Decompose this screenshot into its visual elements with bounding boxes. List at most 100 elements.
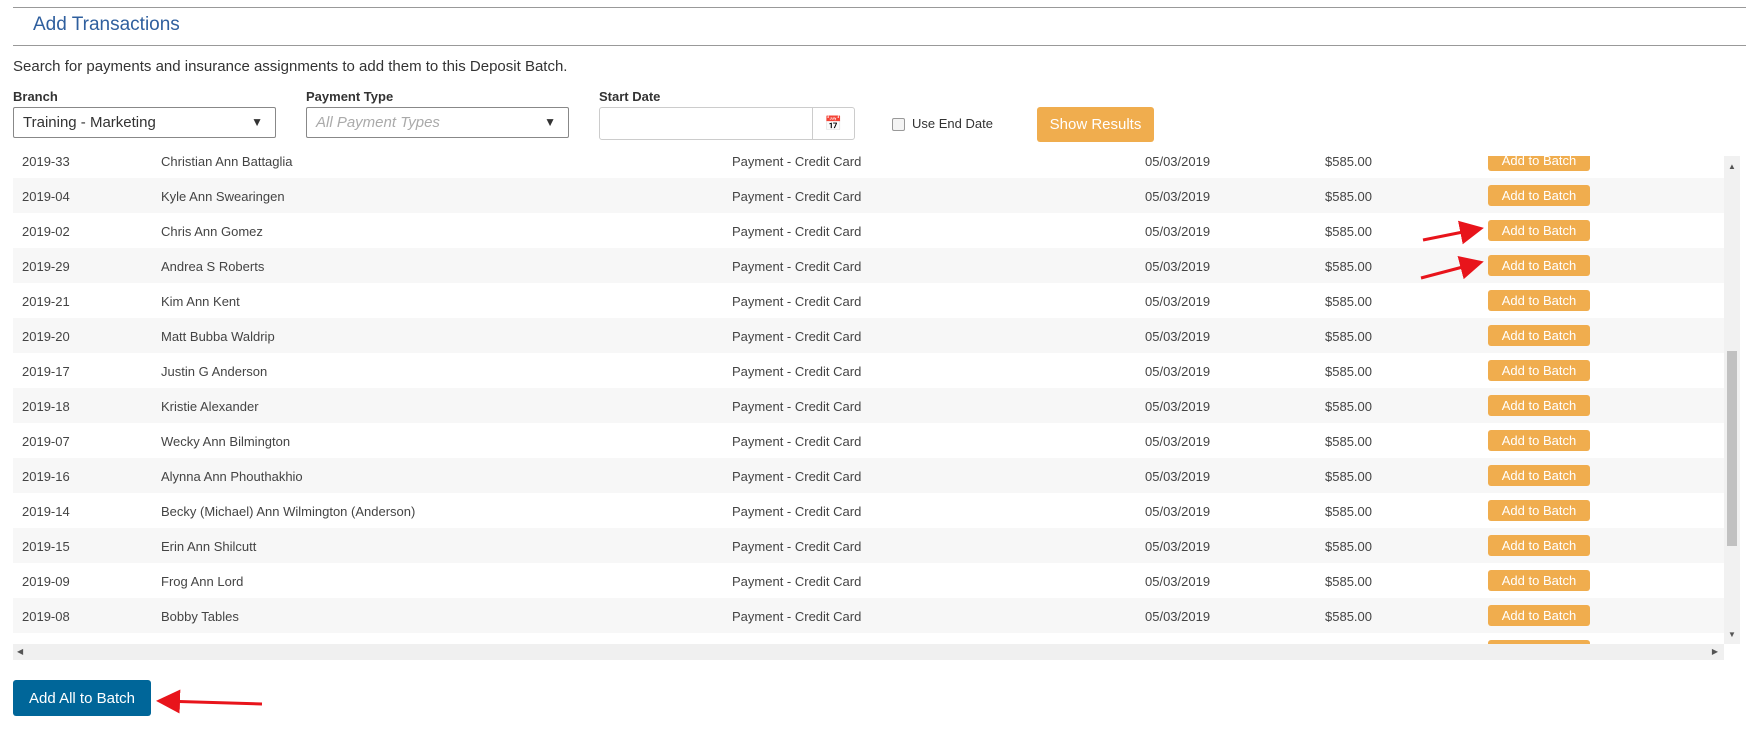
payment-date: 05/03/2019 xyxy=(1145,434,1211,449)
add-to-batch-button[interactable]: Add to Batch xyxy=(1488,156,1590,171)
table-row: 2019-33 Christian Ann Battaglia Payment - … xyxy=(13,156,1724,178)
payer-name: Wecky Ann Bilmington xyxy=(161,434,291,449)
vertical-scrollbar[interactable]: ▲ ▼ xyxy=(1724,156,1740,644)
branch-label: Branch xyxy=(13,89,58,104)
payment-date: 05/03/2019 xyxy=(1145,469,1211,484)
payment-type: Payment - Credit Card xyxy=(732,294,862,309)
payment-date: 05/03/2019 xyxy=(1145,259,1211,274)
payment-type: Payment - Credit Card xyxy=(732,189,862,204)
table-row: 2019-15 Erin Ann Shilcutt Payment - Credit… xyxy=(13,528,1724,563)
use-end-date-label: Use End Date xyxy=(912,116,993,131)
payment-amount: $585.00 xyxy=(1325,434,1372,449)
add-to-batch-button[interactable]: Add to Batch xyxy=(1488,500,1590,521)
add-to-batch-button[interactable]: Add to Batch xyxy=(1488,220,1590,241)
horizontal-scrollbar[interactable]: ◀ ▶ xyxy=(13,644,1724,660)
add-to-batch-button[interactable]: Add to Batch xyxy=(1488,570,1590,591)
add-to-batch-button[interactable]: Add to Batch xyxy=(1488,535,1590,556)
table-row: 2019-16 Alynna Ann Phouthakhio Payment - C… xyxy=(13,458,1724,493)
payer-name: Alynna Ann Phouthakhio xyxy=(161,469,303,484)
payment-type: Payment - Credit Card xyxy=(732,469,862,484)
payer-name: Christian Ann Battaglia xyxy=(161,156,293,169)
add-to-batch-button[interactable]: Add to Batch xyxy=(1488,465,1590,486)
payment-type: Payment - Credit Card xyxy=(732,574,862,589)
transaction-id: 2019-16 xyxy=(22,469,70,484)
payment-type: Payment - Credit Card xyxy=(732,156,862,169)
add-to-batch-button[interactable]: Add to Batch xyxy=(1488,395,1590,416)
payment-date: 05/03/2019 xyxy=(1145,609,1211,624)
table-row xyxy=(13,633,1724,644)
scroll-right-icon[interactable]: ▶ xyxy=(1712,647,1718,656)
payment-amount: $585.00 xyxy=(1325,574,1372,589)
payer-name: Andrea S Roberts xyxy=(161,259,265,274)
add-to-batch-button[interactable]: Add to Batch xyxy=(1488,605,1590,626)
payer-name: Erin Ann Shilcutt xyxy=(161,539,257,554)
payment-amount: $585.00 xyxy=(1325,539,1372,554)
payer-name: Kristie Alexander xyxy=(161,399,259,414)
transaction-id: 2019-14 xyxy=(22,504,70,519)
chevron-down-icon: ▼ xyxy=(251,115,263,129)
calendar-icon[interactable]: 📅 xyxy=(812,108,854,139)
table-row: 2019-14 Becky (Michael) Ann Wilmington (A… xyxy=(13,493,1724,528)
table-row: 2019-09 Frog Ann Lord Payment - Credit Car… xyxy=(13,563,1724,598)
add-to-batch-button[interactable]: Add to Batch xyxy=(1488,360,1590,381)
transaction-id: 2019-15 xyxy=(22,539,70,554)
table-row: 2019-04 Kyle Ann Swearingen Payment - Cred… xyxy=(13,178,1724,213)
show-results-button[interactable]: Show Results xyxy=(1037,107,1154,142)
payment-type-select[interactable]: All Payment Types ▼ xyxy=(306,107,569,138)
title-divider xyxy=(13,45,1746,46)
payment-date: 05/03/2019 xyxy=(1145,189,1211,204)
add-to-batch-button[interactable]: Add to Batch xyxy=(1488,430,1590,451)
add-to-batch-button[interactable]: Add to Batch xyxy=(1488,325,1590,346)
payment-amount: $585.00 xyxy=(1325,399,1372,414)
table-row: 2019-20 Matt Bubba Waldrip Payment - Credi… xyxy=(13,318,1724,353)
transaction-id: 2019-17 xyxy=(22,364,70,379)
payment-date: 05/03/2019 xyxy=(1145,539,1211,554)
transactions-table: 2019-33 Christian Ann Battaglia Payment - … xyxy=(13,156,1724,644)
scroll-left-icon[interactable]: ◀ xyxy=(17,647,23,656)
use-end-date-checkbox[interactable] xyxy=(892,118,905,131)
payment-amount: $585.00 xyxy=(1325,156,1372,169)
payment-type: Payment - Credit Card xyxy=(732,364,862,379)
payment-type-label: Payment Type xyxy=(306,89,394,104)
table-row: 2019-07 Wecky Ann Bilmington Payment - Cre… xyxy=(13,423,1724,458)
payment-type: Payment - Credit Card xyxy=(732,539,862,554)
page-title: Add Transactions xyxy=(33,14,180,35)
payment-date: 05/03/2019 xyxy=(1145,329,1211,344)
payment-type: Payment - Credit Card xyxy=(732,504,862,519)
transaction-id: 2019-18 xyxy=(22,399,70,414)
payer-name: Chris Ann Gomez xyxy=(161,224,263,239)
table-row: 2019-17 Justin G Anderson Payment - Credit… xyxy=(13,353,1724,388)
payment-date: 05/03/2019 xyxy=(1145,574,1211,589)
table-row: 2019-21 Kim Ann Kent Payment - Credit Card… xyxy=(13,283,1724,318)
payment-amount: $585.00 xyxy=(1325,294,1372,309)
add-to-batch-button[interactable]: Add to Batch xyxy=(1488,185,1590,206)
payer-name: Justin G Anderson xyxy=(161,364,268,379)
annotation-arrow xyxy=(156,689,263,714)
scrollbar-thumb[interactable] xyxy=(1727,351,1737,546)
branch-value: Training - Marketing xyxy=(23,114,156,131)
add-to-batch-button[interactable]: Add to Batch xyxy=(1488,255,1590,276)
payment-amount: $585.00 xyxy=(1325,259,1372,274)
description: Search for payments and insurance assign… xyxy=(13,58,568,75)
payment-date: 05/03/2019 xyxy=(1145,364,1211,379)
add-to-batch-button[interactable]: Add to Batch xyxy=(1488,290,1590,311)
transaction-id: 2019-33 xyxy=(22,156,70,169)
payer-name: Kim Ann Kent xyxy=(161,294,240,309)
scroll-up-icon[interactable]: ▲ xyxy=(1728,162,1736,171)
payment-amount: $585.00 xyxy=(1325,364,1372,379)
payment-amount: $585.00 xyxy=(1325,504,1372,519)
payment-date: 05/03/2019 xyxy=(1145,224,1211,239)
add-all-to-batch-button[interactable]: Add All to Batch xyxy=(13,680,151,716)
payment-amount: $585.00 xyxy=(1325,224,1372,239)
payment-date: 05/03/2019 xyxy=(1145,504,1211,519)
transaction-id: 2019-07 xyxy=(22,434,70,449)
payment-type: Payment - Credit Card xyxy=(732,434,862,449)
payer-name: Matt Bubba Waldrip xyxy=(161,329,275,344)
payment-type: Payment - Credit Card xyxy=(732,329,862,344)
payment-type: Payment - Credit Card xyxy=(732,399,862,414)
start-date-label: Start Date xyxy=(599,89,661,104)
transaction-id: 2019-04 xyxy=(22,189,70,204)
start-date-input[interactable]: 📅 xyxy=(599,107,855,140)
branch-select[interactable]: Training - Marketing ▼ xyxy=(13,107,276,138)
scroll-down-icon[interactable]: ▼ xyxy=(1728,630,1736,639)
